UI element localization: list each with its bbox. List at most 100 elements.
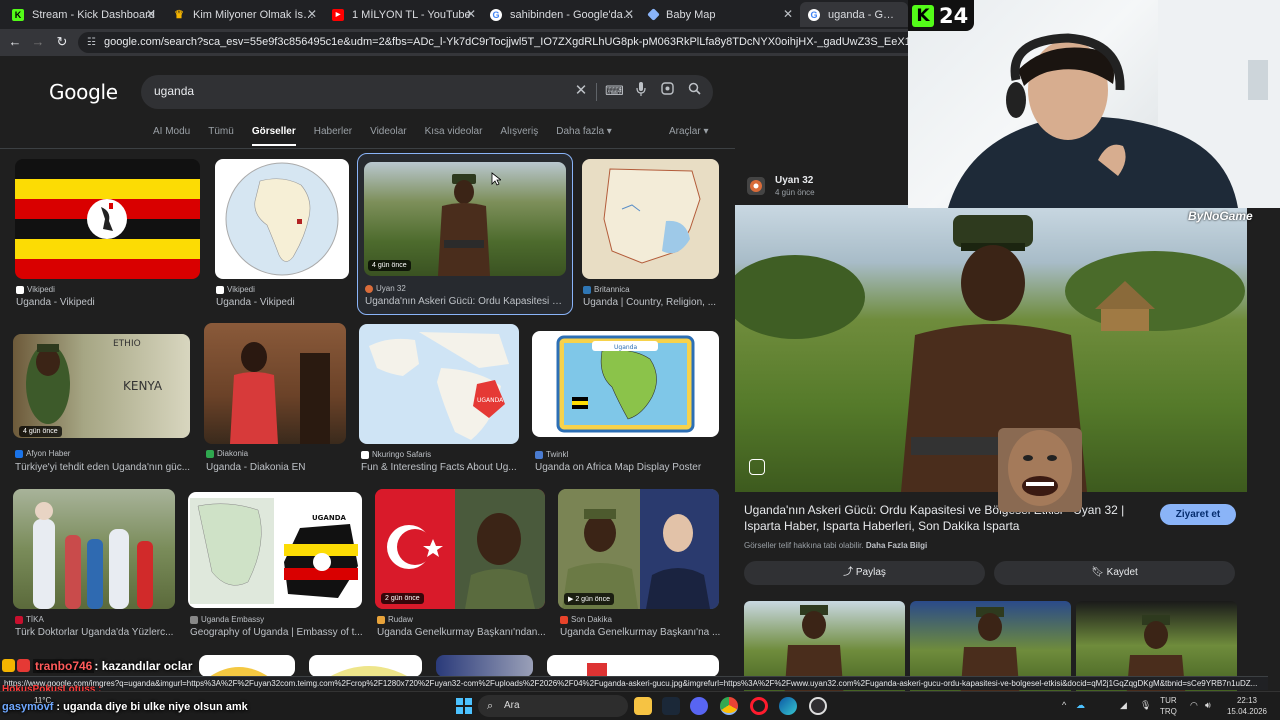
- image-result[interactable]: [199, 655, 295, 677]
- mic-icon[interactable]: 🎙︎: [1140, 700, 1151, 711]
- svg-text:ETHIO: ETHIO: [113, 339, 141, 349]
- image-result[interactable]: UGANDA Uganda Embassy Geography of Ugand…: [188, 492, 364, 641]
- close-icon[interactable]: ✕: [624, 7, 634, 21]
- search-box[interactable]: uganda ✕ ⌨: [141, 75, 713, 109]
- forward-icon[interactable]: →: [29, 33, 47, 51]
- result-caption[interactable]: Geography of Uganda | Embassy of t...: [190, 627, 364, 638]
- emote-overlay: [998, 428, 1082, 512]
- tab-all[interactable]: Tümü: [208, 126, 234, 148]
- edge-icon[interactable]: [779, 697, 797, 715]
- clear-icon[interactable]: ✕: [572, 82, 590, 100]
- image-result[interactable]: Uganda Twinkl Uganda on Africa Map Displ…: [532, 331, 719, 476]
- visit-button[interactable]: Ziyaret et: [1160, 504, 1236, 525]
- microphone-icon[interactable]: [632, 82, 650, 100]
- wifi-icon[interactable]: ◠: [1190, 700, 1198, 711]
- close-icon[interactable]: ✕: [307, 7, 317, 21]
- image-preview-panel: Uyan 32 4 gün önce Uganda'nın Askeri Güc…: [735, 160, 1247, 700]
- result-caption[interactable]: Uganda Genelkurmay Başkanı'na ...: [560, 627, 721, 638]
- image-result[interactable]: Diakonia Uganda - Diakonia EN: [204, 323, 346, 476]
- lens-icon[interactable]: [658, 82, 676, 100]
- browser-tab-uganda[interactable]: G uganda - Google'da Ara: [800, 2, 908, 27]
- image-result[interactable]: Britannica Uganda | Country, Religion, .…: [582, 159, 719, 311]
- browser-tab-youtube[interactable]: ▶ 1 MİLYON TL - YouTube ✕: [324, 2, 484, 27]
- close-icon[interactable]: ✕: [466, 7, 476, 21]
- search-icon[interactable]: [685, 82, 703, 100]
- close-icon[interactable]: ✕: [146, 7, 156, 21]
- browser-tab-sahibinden[interactable]: G sahibinden - Google'da Ara ✕: [482, 2, 642, 27]
- uganda-geography-map-image: UGANDA: [188, 492, 362, 608]
- result-caption[interactable]: Uganda | Country, Religion, ...: [583, 297, 720, 308]
- tab-short-videos[interactable]: Kısa videolar: [425, 126, 483, 148]
- volume-icon[interactable]: 🔊︎: [1205, 700, 1211, 711]
- result-caption[interactable]: Uganda - Vikipedi: [16, 297, 201, 308]
- learn-more-link[interactable]: Daha Fazla Bilgi: [866, 541, 927, 550]
- image-result[interactable]: [436, 655, 533, 677]
- result-caption[interactable]: Türkiye'yi tehdit eden Uganda'nın güc...: [15, 462, 192, 473]
- reload-icon[interactable]: ↻: [53, 33, 71, 51]
- preview-title[interactable]: Uganda'nın Askeri Gücü: Ordu Kapasitesi …: [744, 502, 1144, 534]
- browser-tab-babymap[interactable]: Baby Map ✕: [641, 2, 801, 27]
- result-caption[interactable]: Uganda on Africa Map Display Poster: [535, 462, 722, 473]
- taskbar-search[interactable]: ⌕ Ara: [478, 695, 628, 717]
- browser-tab-kick[interactable]: K Stream - Kick Dashboard ✕: [4, 2, 164, 27]
- result-caption[interactable]: Uganda'nın Askeri Gücü: Ordu Kapasitesi …: [365, 296, 567, 307]
- image-result[interactable]: UGANDA Nkuringo Safaris Fun & Interestin…: [359, 324, 519, 476]
- image-result[interactable]: ▶ 2 gün önce Son Dakika Uganda Genelkurm…: [558, 489, 721, 641]
- rudaw-icon: [377, 615, 385, 624]
- tab-videos[interactable]: Videolar: [370, 126, 407, 148]
- share-button[interactable]: ⤴ Paylaş: [744, 561, 985, 585]
- steam-icon[interactable]: [662, 697, 680, 715]
- search-input[interactable]: uganda: [154, 84, 194, 98]
- network-icon[interactable]: ◢: [1120, 700, 1127, 711]
- windows-start-icon[interactable]: [456, 698, 472, 714]
- preview-image[interactable]: [735, 205, 1247, 492]
- image-result[interactable]: 4 gün önce Uyan 32 Uganda'nın Askeri Güc…: [364, 162, 567, 312]
- google-icon: G: [490, 8, 502, 21]
- tab-shopping[interactable]: Alışveriş: [500, 126, 538, 148]
- tab-ai-mode[interactable]: AI Modu: [153, 126, 190, 148]
- tab-news[interactable]: Haberler: [314, 126, 352, 148]
- keyboard-icon[interactable]: ⌨: [605, 82, 624, 100]
- kick-24-badge: K 24: [908, 0, 974, 31]
- tray-chevron-icon[interactable]: ^: [1062, 700, 1066, 710]
- image-result[interactable]: Vikipedi Uganda - Vikipedi: [215, 159, 349, 311]
- back-icon[interactable]: ←: [6, 33, 24, 51]
- visual-search-icon[interactable]: [749, 459, 765, 475]
- tab-more[interactable]: Daha fazla ▾: [556, 126, 612, 148]
- result-caption[interactable]: Fun & Interesting Facts About Ug...: [361, 462, 521, 473]
- browser-tab-milyoner[interactable]: ♛ Kim Milyoner Olmak İster Oyun ✕: [165, 2, 325, 27]
- onedrive-icon[interactable]: ☁: [1076, 700, 1085, 711]
- badge-number: 24: [939, 3, 969, 28]
- google-logo[interactable]: Google: [49, 80, 118, 104]
- save-button[interactable]: 🔖︎ Kaydet: [994, 561, 1235, 585]
- system-clock[interactable]: 22:13 15.04.2026: [1218, 695, 1276, 717]
- image-result[interactable]: TİKA Türk Doktorlar Uganda'da Yüzlerc...: [13, 489, 175, 641]
- tools-button[interactable]: Araçlar ▾: [669, 126, 708, 137]
- search-type-tabs: AI Modu Tümü Görseller Haberler Videolar…: [153, 126, 630, 148]
- image-result[interactable]: KENYA ETHIO 4 gün önce Afyon Haber Türki…: [13, 334, 190, 476]
- preview-site-name[interactable]: Uyan 32: [775, 175, 813, 186]
- image-result[interactable]: [309, 655, 422, 677]
- obs-icon[interactable]: [809, 697, 827, 715]
- bookmark-icon: 🔖︎: [1091, 567, 1104, 578]
- site-info-icon[interactable]: ☷: [87, 32, 96, 53]
- result-caption[interactable]: Uganda - Diakonia EN: [206, 462, 348, 473]
- soldier-photo-image: 4 gün önce: [364, 162, 566, 276]
- image-result[interactable]: Vikipedi Uganda - Vikipedi: [15, 159, 200, 311]
- close-icon[interactable]: ✕: [783, 7, 793, 21]
- result-caption[interactable]: Uganda Genelkurmay Başkanı'ndan...: [377, 627, 547, 638]
- divider: [0, 148, 735, 149]
- opera-icon[interactable]: [750, 697, 768, 715]
- image-result[interactable]: [547, 655, 719, 677]
- result-caption[interactable]: Türk Doktorlar Uganda'da Yüzlerc...: [15, 627, 177, 638]
- language-indicator[interactable]: TUR TRQ: [1160, 695, 1177, 717]
- taskbar-search-label: Ara: [504, 700, 520, 711]
- image-result[interactable]: 2 gün önce Rudaw Uganda Genelkurmay Başk…: [375, 489, 547, 641]
- chrome-icon[interactable]: [720, 697, 738, 715]
- discord-icon[interactable]: [690, 697, 708, 715]
- chat-text: : uganda diye bi ulke niye olsun amk: [56, 701, 248, 713]
- file-explorer-icon[interactable]: [634, 697, 652, 715]
- address-bar[interactable]: ☷ google.com/search?sca_esv=55e9f3c85649…: [78, 32, 928, 53]
- tab-images[interactable]: Görseller: [251, 126, 296, 146]
- result-caption[interactable]: Uganda - Vikipedi: [216, 297, 350, 308]
